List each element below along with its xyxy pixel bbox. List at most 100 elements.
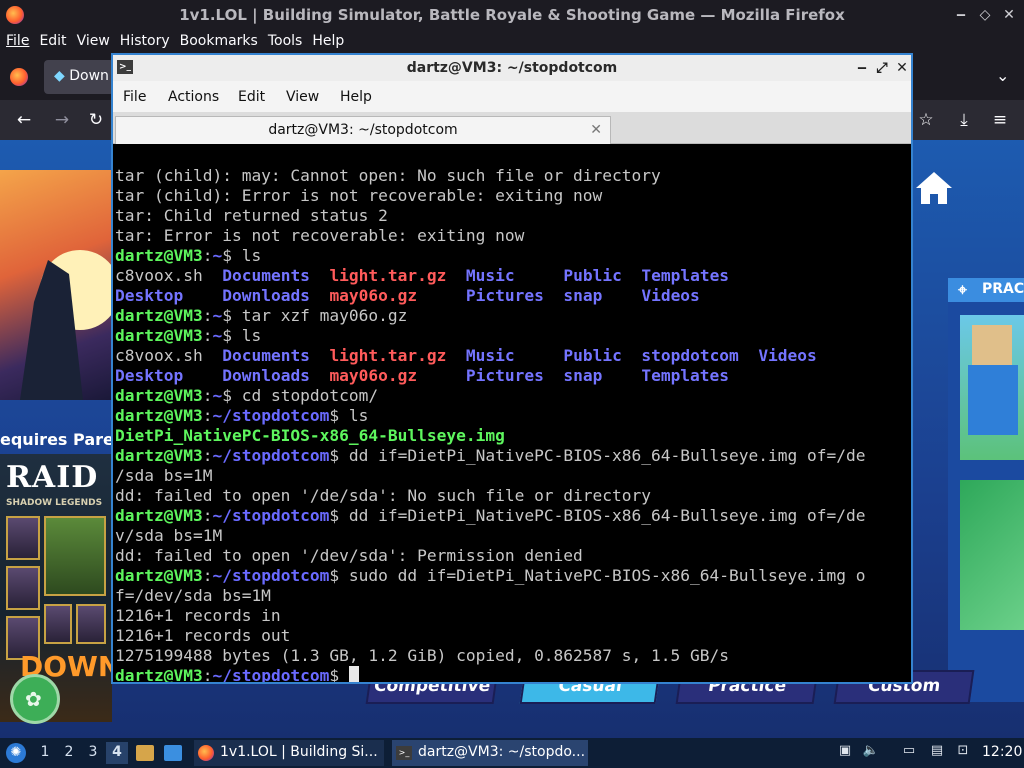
character-head	[972, 325, 1012, 365]
start-menu-icon[interactable]: ✺	[6, 743, 26, 763]
volume-icon[interactable]: 🔈	[862, 743, 880, 761]
ls-entry: Pictures	[465, 366, 544, 385]
terminal-line: tar: Error is not recoverable: exiting n…	[115, 226, 525, 245]
firefox-view-icon[interactable]	[10, 68, 28, 86]
maximize-icon[interactable]: ◇	[974, 4, 996, 26]
workspace-2[interactable]: 2	[60, 744, 78, 760]
firefox-titlebar: 1v1.LOL | Building Simulator, Battle Roy…	[0, 0, 1024, 30]
back-icon[interactable]: ←	[12, 108, 36, 132]
ls-entry: Templates	[641, 266, 730, 285]
workspace-1[interactable]: 1	[36, 744, 54, 760]
command-text: $ cd stopdotcom/	[222, 386, 379, 405]
raid-subtitle: SHADOW LEGENDS	[6, 498, 103, 508]
terminal-task-icon: >_	[396, 746, 412, 760]
practice-label: PRAC	[982, 281, 1024, 297]
terminal-line: dd: failed to open '/dev/sda': Permissio…	[115, 546, 583, 565]
task-terminal-label: dartz@VM3: ~/stopdo...	[418, 744, 586, 760]
ls-entry: Downloads	[222, 366, 310, 385]
prompt-user: dartz@VM3	[115, 406, 203, 425]
tab-downloads[interactable]: ◆ Down	[44, 60, 114, 94]
taskbar: ✺ 1 2 3 4 1v1.LOL | Building Si... >_ da…	[0, 738, 1024, 768]
terminal-tab[interactable]: dartz@VM3: ~/stopdotcom ✕	[115, 116, 611, 144]
clipboard-icon[interactable]: ▤	[928, 743, 946, 761]
reload-icon[interactable]: ↻	[84, 108, 108, 132]
terminal-titlebar[interactable]: >_ dartz@VM3: ~/stopdotcom ‒ ⤢ ✕	[113, 55, 911, 81]
terminal-line: dartz@VM3:~$ ls	[115, 326, 262, 345]
prompt-dir: ~/stopdotcom	[212, 566, 330, 585]
ls-entry: Music	[465, 266, 515, 285]
task-firefox[interactable]: 1v1.LOL | Building Si...	[194, 740, 384, 766]
media-icon[interactable]: ▣	[836, 743, 854, 761]
terminal-maximize-icon[interactable]: ⤢	[871, 55, 893, 81]
forward-icon[interactable]: →	[50, 108, 74, 132]
command-text: $ ls	[222, 246, 262, 265]
clock[interactable]: 12:20	[982, 744, 1022, 760]
ls-entry: Downloads	[222, 286, 310, 305]
prompt-dir: ~	[212, 326, 223, 345]
terminal-menu-actions[interactable]: Actions	[168, 89, 219, 105]
task-terminal[interactable]: >_ dartz@VM3: ~/stopdo...	[392, 740, 588, 766]
terminal-menu-view[interactable]: View	[286, 89, 319, 105]
prompt-user: dartz@VM3	[115, 246, 203, 265]
terminal-line: DietPi_NativePC-BIOS-x86_64-Bullseye.img	[115, 426, 911, 446]
crosshair-icon: ⌖	[958, 280, 968, 299]
menu-file[interactable]: File	[6, 30, 29, 49]
terminal-close-icon[interactable]: ✕	[891, 55, 913, 81]
terminal-line: tar (child): Error is not recoverable: e…	[115, 186, 603, 205]
terminal-tab-label: dartz@VM3: ~/stopdotcom	[268, 122, 458, 138]
ls-entry: Pictures	[465, 286, 544, 305]
prompt-dir: ~	[212, 386, 223, 405]
firefox-task-icon	[198, 745, 214, 761]
menu-bookmarks[interactable]: Bookmarks	[180, 30, 258, 49]
workspace-4[interactable]: 4	[106, 742, 128, 764]
terminal-minimize-icon[interactable]: ‒	[851, 55, 873, 81]
list-tabs-icon[interactable]: ⌄	[996, 66, 1009, 85]
terminal-menu-edit[interactable]: Edit	[238, 89, 265, 105]
terminal-window[interactable]: >_ dartz@VM3: ~/stopdotcom ‒ ⤢ ✕ File Ac…	[111, 53, 913, 684]
left-ad-banner[interactable]	[0, 170, 120, 400]
menu-view[interactable]: View	[77, 30, 110, 49]
command-text: $ ls	[329, 406, 369, 425]
menu-tools[interactable]: Tools	[268, 30, 303, 49]
prompt-dir: ~	[212, 246, 223, 265]
terminal-menu-file[interactable]: File	[123, 89, 146, 105]
minimize-icon[interactable]: ‒	[950, 4, 972, 26]
terminal-line: Desktop Downloads may06o.gz Pictures sna…	[115, 286, 911, 306]
cookie-settings-button[interactable]: ✿	[10, 674, 60, 724]
menu-edit[interactable]: Edit	[39, 30, 66, 49]
terminal-menubar: File Actions Edit View Help	[113, 81, 911, 112]
terminal-line: tar: Child returned status 2	[115, 206, 388, 225]
practice-thumbnail[interactable]	[960, 480, 1024, 630]
practice-thumbnail[interactable]	[960, 315, 1024, 460]
command-text: $ dd if=DietPi_NativePC-BIOS-x86_64-Bull…	[329, 506, 866, 525]
hero-card	[6, 516, 40, 560]
character-body	[968, 365, 1018, 435]
desktop-icon[interactable]	[164, 745, 182, 761]
home-icon[interactable]	[914, 170, 954, 206]
menu-help[interactable]: Help	[312, 30, 344, 49]
terminal-output[interactable]: tar (child): may: Cannot open: No such f…	[115, 146, 911, 682]
ls-entry: stopdotcom	[641, 346, 739, 365]
bookmark-star-icon[interactable]: ☆	[914, 108, 938, 132]
display-icon[interactable]: ▭	[900, 743, 918, 761]
prompt-dir: ~/stopdotcom	[212, 666, 330, 682]
ls-entry: Public	[563, 346, 622, 365]
command-text: $ tar xzf may06o.gz	[222, 306, 408, 325]
hero-card-large	[44, 516, 106, 596]
app-menu-icon[interactable]: ≡	[988, 108, 1012, 132]
tab-label: Down	[69, 68, 109, 84]
terminal-menu-help[interactable]: Help	[340, 89, 372, 105]
ls-entry: c8voox.sh	[115, 266, 203, 285]
prompt-dir: ~/stopdotcom	[212, 406, 330, 425]
network-icon[interactable]: ⊡	[954, 743, 972, 761]
raid-logo: RAID	[6, 460, 99, 495]
tab-close-icon[interactable]: ✕	[590, 117, 602, 143]
workspace-3[interactable]: 3	[84, 744, 102, 760]
close-icon[interactable]: ✕	[998, 4, 1020, 26]
prompt-user: dartz@VM3	[115, 446, 203, 465]
menu-history[interactable]: History	[120, 30, 170, 49]
file-manager-icon[interactable]	[136, 745, 154, 761]
terminal-line: 1216+1 records out	[115, 626, 291, 645]
terminal-line: dartz@VM3:~/stopdotcom$ dd if=DietPi_Nat…	[115, 446, 866, 465]
downloads-icon[interactable]: ⤓	[952, 108, 976, 132]
